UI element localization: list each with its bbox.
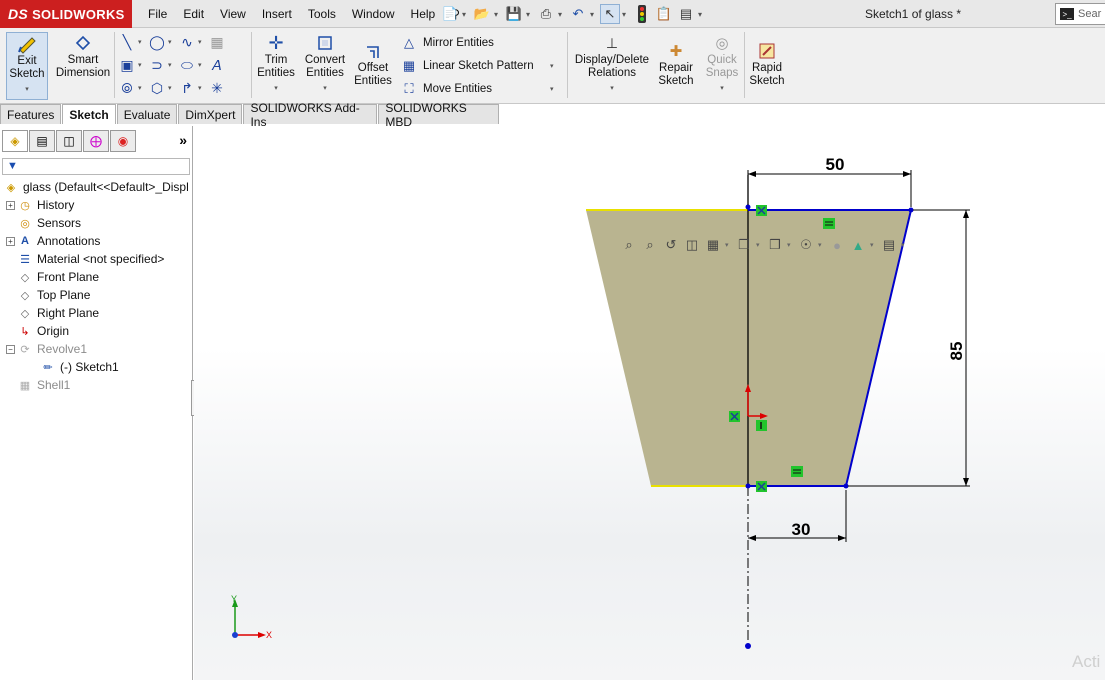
section-view-icon[interactable]: ◫ xyxy=(683,236,701,254)
view-settings-dropdown-icon[interactable]: ▾ xyxy=(901,241,908,249)
activation-watermark: Acti xyxy=(1072,652,1101,671)
hide-show-dropdown-icon[interactable]: ▾ xyxy=(787,241,794,249)
sketch-point[interactable] xyxy=(843,483,849,489)
sketch-point[interactable] xyxy=(745,204,751,210)
sketch-drawing: 50 85 30 Y X xyxy=(231,155,970,649)
centerline-endpoint[interactable] xyxy=(745,643,751,649)
reference-triad-icon xyxy=(232,599,266,638)
dimension-50-label[interactable]: 50 xyxy=(826,155,845,174)
triad-y-label: Y xyxy=(231,594,237,604)
sketch-point[interactable] xyxy=(908,207,914,213)
view-settings-icon[interactable]: ▤ xyxy=(880,236,898,254)
hide-show-items-icon[interactable]: ☉ xyxy=(797,236,815,254)
coincident-relation-icon[interactable] xyxy=(756,481,767,492)
zoom-to-fit-icon[interactable]: ⌕ xyxy=(620,236,638,254)
apply-scene-icon[interactable]: ▲ xyxy=(849,236,867,254)
edit-appearance-icon[interactable]: ● xyxy=(828,236,846,254)
sketch-point[interactable] xyxy=(745,483,751,489)
hide-show-items-dropdown-icon[interactable]: ▾ xyxy=(818,241,825,249)
vertical-relation-icon[interactable] xyxy=(756,420,767,431)
coincident-origin-relation-icon[interactable] xyxy=(729,411,740,422)
dimension-top-width[interactable] xyxy=(747,170,912,207)
view-orientation-dropdown-icon[interactable]: ▾ xyxy=(725,241,732,249)
scene-dropdown-icon[interactable]: ▾ xyxy=(870,241,877,249)
display-style-dropdown-icon[interactable]: ▾ xyxy=(756,241,763,249)
zoom-to-area-icon[interactable]: ⌕ xyxy=(641,236,659,254)
dimension-85-label[interactable]: 85 xyxy=(947,342,966,361)
previous-view-icon[interactable]: ↺ xyxy=(662,236,680,254)
dimension-30-label[interactable]: 30 xyxy=(792,520,811,539)
coincident-relation-icon[interactable] xyxy=(756,205,767,216)
display-style-icon[interactable]: ❒ xyxy=(766,236,784,254)
heads-up-view-toolbar: ⌕ ⌕ ↺ ◫ ▦ ▾ ❐ ▾ ❒ ▾ ☉ ▾ ● ▲ ▾ ▤ ▾ xyxy=(620,234,908,256)
dynamic-annotation-icon[interactable]: ▦ xyxy=(704,236,722,254)
view-orientation-icon[interactable]: ❐ xyxy=(735,236,753,254)
horizontal-relation-icon[interactable] xyxy=(823,218,835,229)
triad-x-label: X xyxy=(266,630,272,640)
horizontal-relation-icon[interactable] xyxy=(791,466,803,477)
